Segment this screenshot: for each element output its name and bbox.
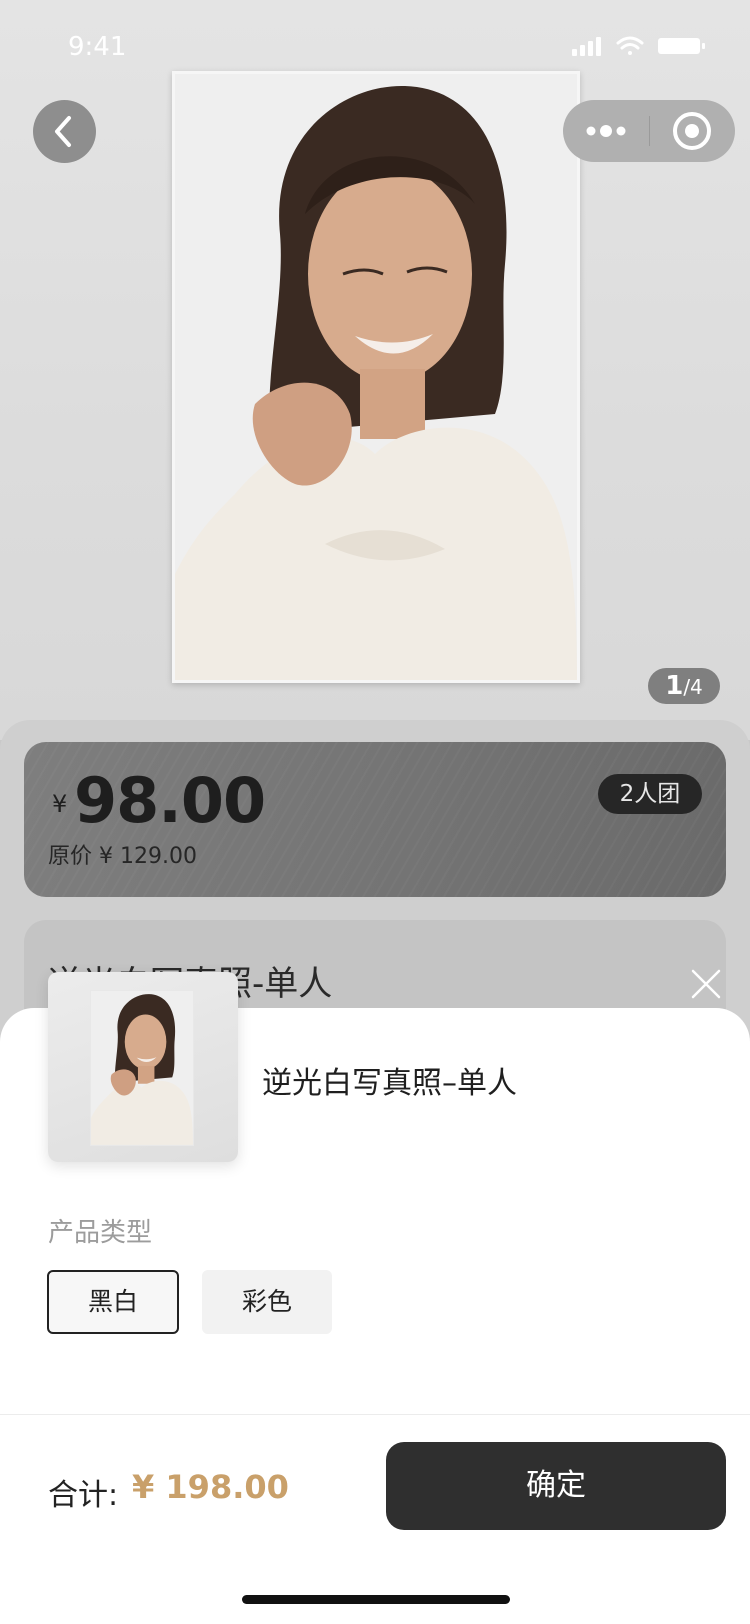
confirm-button[interactable]: 确定 [386,1442,726,1530]
sheet-product-title: 逆光白写真照–单人 [262,1066,517,1101]
thumbnail-portrait-image [91,991,193,1145]
footer-divider [0,1414,750,1415]
product-thumbnail [48,972,238,1162]
close-icon [691,969,721,999]
total-label: 合计: [48,1478,119,1513]
thumbnail-photo [90,990,194,1146]
home-indicator [242,1595,510,1604]
option-black-white[interactable]: 黑白 [47,1270,179,1334]
option-color[interactable]: 彩色 [202,1270,332,1334]
close-button[interactable] [690,968,722,1000]
page: 9:41 1/4 ¥ 98.00 原价 ¥ 129.00 2人团 逆光白写真照–… [0,0,750,1624]
product-type-label: 产品类型 [48,1218,153,1248]
total-price: ¥ 198.00 [132,1468,289,1506]
